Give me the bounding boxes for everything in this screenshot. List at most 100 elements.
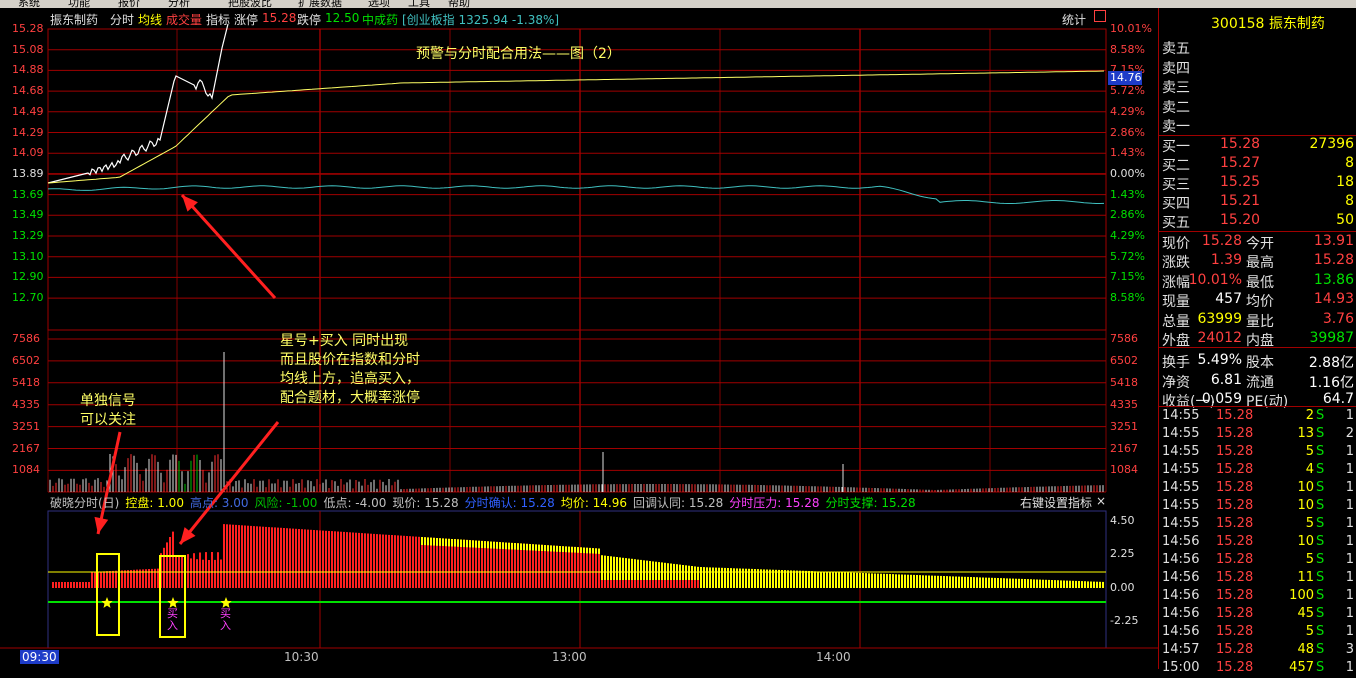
indicator-value: 破晓分时(日)	[50, 496, 120, 510]
sell-level-row[interactable]: 卖二	[1160, 97, 1356, 116]
volume-tick-label: 5418	[1110, 375, 1138, 389]
trade-side: S	[1316, 570, 1325, 585]
close-icon[interactable]: ×	[1096, 494, 1106, 508]
price-tick-label: 13.69	[12, 187, 44, 201]
volume-tick-label: 2167	[1110, 441, 1138, 455]
indicator-value: 风险: -1.00	[254, 496, 318, 510]
trade-price: 15.28	[1216, 606, 1254, 621]
volume-tick-label: 4335	[12, 397, 40, 411]
buy-level-volume: 18	[1336, 174, 1354, 190]
stat-value: 1.39	[1210, 252, 1242, 269]
trade-time: 14:55	[1162, 516, 1200, 531]
trade-side: S	[1316, 660, 1325, 675]
trade-row: 14:55 15.28 10 S 1	[1160, 480, 1356, 498]
trade-count: 1	[1345, 516, 1354, 531]
indicator-header: 破晓分时(日) 控盘: 1.00 高点: 3.00 风险: -1.00 低点: -4.0…	[50, 494, 1110, 510]
buy-level-volume: 27396	[1309, 136, 1354, 152]
price-tick-label: 14.29	[12, 125, 44, 139]
stat-value: 15.28	[1313, 252, 1354, 269]
buy-level-label: 买二	[1162, 158, 1190, 174]
trade-count: 1	[1345, 444, 1354, 459]
sell-level-row[interactable]: 卖三	[1160, 77, 1356, 96]
trade-side: S	[1316, 516, 1325, 531]
price-tick-label: 13.29	[12, 229, 44, 242]
trade-count: 1	[1345, 408, 1354, 423]
buy-level-volume: 8	[1345, 193, 1354, 209]
divider	[1158, 406, 1356, 407]
pct-tick-label: 7.15%	[1110, 270, 1145, 284]
buy-level-volume: 50	[1336, 212, 1354, 228]
stock-code: 300158	[1211, 16, 1265, 32]
pct-tick-label: 4.29%	[1110, 104, 1145, 118]
buy-level-row[interactable]: 买四 15.21 8	[1160, 193, 1356, 212]
sell-level-row[interactable]: 卖四	[1160, 58, 1356, 77]
trade-side: S	[1316, 642, 1325, 657]
pct-tick-label: 1.43%	[1110, 187, 1145, 201]
trade-count: 1	[1345, 498, 1354, 513]
trade-time: 14:55	[1162, 462, 1200, 477]
sell-level-row[interactable]: 卖五	[1160, 38, 1356, 57]
indicator-value: 高点: 3.00	[189, 496, 249, 510]
trade-side: S	[1316, 552, 1325, 567]
indicator-settings-link[interactable]: 右键设置指标	[1020, 494, 1092, 511]
trade-price: 15.28	[1216, 498, 1254, 513]
stat-value: 2.88亿	[1308, 355, 1354, 372]
trade-side: S	[1316, 426, 1325, 441]
buy-level-row[interactable]: 买三 15.25 18	[1160, 174, 1356, 193]
stat-value: 63999	[1197, 310, 1242, 327]
annotation-combo: 星号+买入 同时出现 而且股价在指数和分时 均线上方，追高买入， 配合题材，大概…	[280, 333, 420, 406]
stat-label: 最高	[1246, 255, 1274, 272]
volume-tick-label: 6502	[1110, 353, 1138, 367]
trade-count: 2	[1345, 426, 1354, 441]
quote-stat-row: 涨幅 10.01% 最低 13.86	[1160, 272, 1356, 291]
quote-stat-row: 净资 6.81 流通 1.16亿	[1160, 372, 1356, 391]
volume-tick-label: 3251	[1110, 419, 1138, 433]
stat-label: 量比	[1246, 313, 1274, 330]
volume-tick-label: 4335	[1110, 397, 1138, 411]
trade-price: 15.28	[1216, 660, 1254, 675]
stat-label: 涨跌	[1162, 255, 1190, 272]
chart-title: 预警与分时配合用法——图（2）	[416, 46, 621, 62]
indicator-value: 均价: 14.96	[560, 496, 628, 510]
trade-volume: 10	[1297, 498, 1314, 513]
trade-volume: 5	[1305, 624, 1314, 639]
timeshare-chart	[0, 23, 1158, 649]
divider	[1158, 231, 1356, 232]
trade-side: S	[1316, 498, 1325, 513]
volume-tick-label: 5418	[12, 375, 40, 389]
trade-volume: 5	[1305, 444, 1314, 459]
pct-tick-label: 5.72%	[1110, 249, 1145, 263]
stat-value: 457	[1215, 291, 1242, 308]
stat-label: 净资	[1162, 374, 1190, 391]
indicator-tick-label: 0.00	[1110, 581, 1135, 594]
buy-level-price: 15.28	[1220, 136, 1261, 152]
buy-level-row[interactable]: 买二 15.27 8	[1160, 155, 1356, 174]
trade-count: 1	[1345, 480, 1354, 495]
indicator-tick-label: 2.25	[1110, 547, 1135, 560]
stat-value: 13.86	[1313, 271, 1354, 288]
price-tick-label: 14.68	[12, 84, 44, 98]
sell-level-row[interactable]: 卖一	[1160, 116, 1356, 135]
trade-time: 14:55	[1162, 426, 1200, 441]
stat-label: 均价	[1246, 294, 1274, 311]
trade-count: 1	[1345, 462, 1354, 477]
price-tick-label: 13.10	[12, 249, 44, 263]
stat-value: 15.28	[1201, 233, 1242, 249]
sell-level-label: 卖二	[1162, 99, 1190, 116]
buy-level-label: 买一	[1162, 139, 1190, 155]
trade-time: 14:56	[1162, 534, 1200, 549]
pct-tick-label: 2.86%	[1110, 208, 1145, 222]
buy-level-price: 15.20	[1220, 212, 1261, 228]
trade-row: 14:56 15.28 5 S 1	[1160, 624, 1356, 642]
indicator-value: 现价: 15.28	[392, 496, 459, 510]
buy-level-row[interactable]: 买一 15.28 27396	[1160, 136, 1356, 155]
trade-volume: 100	[1289, 588, 1314, 603]
annotation-arrow	[180, 193, 277, 300]
trade-side: S	[1316, 462, 1325, 477]
buy-level-row[interactable]: 买五 15.20 50	[1160, 212, 1356, 231]
divider	[1158, 347, 1356, 348]
quote-stat-row: 换手 5.49% 股本 2.88亿	[1160, 352, 1356, 371]
trade-side: S	[1316, 588, 1325, 603]
indicator-value: 低点: -4.00	[323, 496, 387, 510]
trade-volume: 13	[1297, 426, 1314, 441]
